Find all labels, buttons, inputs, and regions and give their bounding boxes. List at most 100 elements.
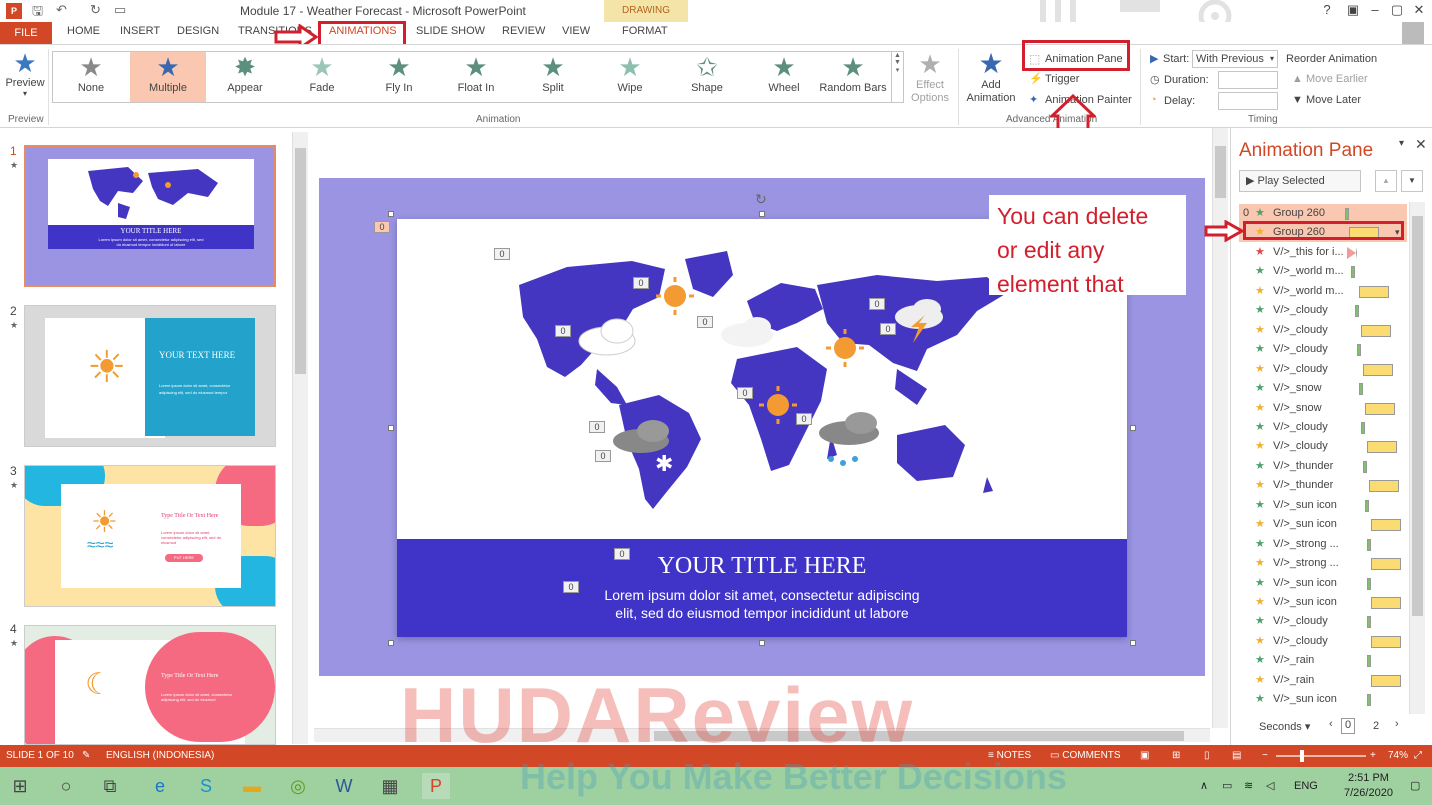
slide-thumbnail-4[interactable]: ☾ Type Title Or Text Here Lorem ipsum do… — [24, 625, 276, 745]
timeline-bar[interactable] — [1367, 538, 1371, 551]
scroll-thumb[interactable] — [1412, 216, 1423, 616]
gallery-item-appear[interactable]: ✸ Appear — [207, 52, 283, 102]
edge-browser-icon[interactable]: e — [146, 773, 174, 799]
clock-date[interactable]: 7/26/2020 — [1344, 787, 1393, 799]
animation-list-item[interactable]: ★ V/>_rain — [1239, 651, 1407, 670]
powerpoint-taskbar-icon[interactable]: P — [422, 773, 450, 799]
tab-slide-show[interactable]: SLIDE SHOW — [416, 25, 485, 37]
tab-review[interactable]: REVIEW — [502, 25, 545, 37]
slideshow-icon[interactable]: ▤ — [1232, 750, 1241, 761]
timeline-bar[interactable] — [1367, 616, 1371, 629]
pane-options-chevron-icon[interactable]: ▾ — [1399, 138, 1404, 149]
gallery-item-fly-in[interactable]: ★ Fly In — [361, 52, 437, 102]
timeline-bar[interactable] — [1367, 441, 1397, 454]
animation-list-item[interactable]: ★ V/>_cloudy — [1239, 321, 1407, 340]
move-later-button[interactable]: ▼ Move Later — [1292, 94, 1361, 106]
gallery-item-random-bars[interactable]: ★ Random Bars — [815, 52, 891, 102]
animation-tag[interactable]: 0 — [633, 277, 649, 289]
start-select[interactable]: With Previous ▾ — [1192, 50, 1278, 68]
file-explorer-icon[interactable]: ▬ — [238, 773, 266, 799]
normal-view-icon[interactable]: ▣ — [1140, 750, 1149, 761]
zoom-slider[interactable] — [1276, 750, 1366, 762]
powerpoint-app-icon[interactable]: P — [6, 3, 22, 19]
animation-tag[interactable]: 0 — [880, 323, 896, 335]
animation-tag[interactable]: 0 — [589, 421, 605, 433]
close-icon[interactable]: ✕ — [1415, 136, 1427, 153]
slide-sorter-icon[interactable]: ⊞ — [1172, 750, 1180, 761]
app-icon[interactable]: ▦ — [376, 773, 404, 799]
animation-tag[interactable]: 0 — [796, 413, 812, 425]
wifi-icon[interactable]: ≋ — [1244, 779, 1253, 792]
timeline-bar[interactable] — [1347, 246, 1357, 259]
animation-list[interactable]: 0 ★ Group 260 ★ Group 260 ▾ ★ V/>_this for i...… — [1231, 200, 1409, 714]
animation-list-item[interactable]: ★ V/>_cloudy — [1239, 437, 1407, 456]
timeline-bar[interactable] — [1371, 558, 1401, 571]
tab-view[interactable]: VIEW — [562, 25, 590, 37]
gallery-item-none[interactable]: ★ None — [53, 52, 129, 102]
timeline-bar[interactable] — [1355, 305, 1359, 318]
app-icon[interactable]: ◎ — [284, 773, 312, 799]
delay-input[interactable] — [1218, 92, 1278, 110]
animation-list-item[interactable]: ★ V/>_strong ... — [1239, 535, 1407, 554]
move-up-button[interactable]: ▲ — [1375, 170, 1397, 192]
timeline-zoom-out-icon[interactable]: ‹ — [1329, 718, 1333, 730]
tab-home[interactable]: HOME — [67, 25, 100, 37]
start-from-beginning-icon[interactable]: ▭ — [114, 2, 126, 18]
timeline-bar[interactable] — [1351, 266, 1355, 279]
timeline-bar[interactable] — [1367, 577, 1371, 590]
resize-handle[interactable] — [388, 211, 394, 217]
resize-handle[interactable] — [388, 425, 394, 431]
resize-handle[interactable] — [1130, 425, 1136, 431]
search-icon[interactable]: ○ — [52, 773, 80, 799]
zoom-out-button[interactable]: − — [1262, 750, 1268, 761]
scroll-thumb[interactable] — [295, 148, 306, 374]
duration-input[interactable] — [1218, 71, 1278, 89]
input-language[interactable]: ENG — [1294, 780, 1318, 792]
animation-list-item[interactable]: ★ V/>_thunder — [1239, 476, 1407, 495]
account-avatar[interactable] — [1402, 22, 1424, 44]
fit-slide-icon[interactable]: ⤢ — [1414, 750, 1422, 761]
animation-list-item[interactable]: ★ V/>_this for i... — [1239, 243, 1407, 262]
gallery-item-multiple[interactable]: ★ Multiple — [130, 52, 206, 102]
slide-indicator[interactable]: SLIDE 1 OF 10 — [6, 750, 74, 761]
timeline-bar[interactable] — [1365, 499, 1369, 512]
effect-options-button[interactable]: ★ Effect Options — [906, 49, 954, 105]
timeline-bar[interactable] — [1345, 208, 1349, 220]
timeline-bar[interactable] — [1363, 363, 1393, 376]
timeline-bar[interactable] — [1359, 285, 1389, 298]
timeline-bar[interactable] — [1357, 344, 1361, 357]
play-selected-button[interactable]: ▶ Play Selected — [1239, 170, 1361, 192]
animation-list-item[interactable]: ★ V/>_cloudy — [1239, 340, 1407, 359]
maximize-button[interactable]: ▢ — [1386, 2, 1408, 18]
timeline-bar[interactable] — [1371, 519, 1401, 532]
animation-list-item[interactable]: ★ V/>_sun icon — [1239, 496, 1407, 515]
animation-list-item[interactable]: ★ V/>_sun icon — [1239, 574, 1407, 593]
animation-tag[interactable]: 0 — [494, 248, 510, 260]
minimize-button[interactable]: – — [1364, 2, 1386, 17]
animation-tag[interactable]: 0 — [555, 325, 571, 337]
animation-list-item[interactable]: ★ V/>_cloudy — [1239, 632, 1407, 651]
animation-list-item[interactable]: ★ V/>_cloudy — [1239, 360, 1407, 379]
tab-format[interactable]: FORMAT — [622, 25, 668, 37]
gallery-item-float-in[interactable]: ★ Float In — [438, 52, 514, 102]
timeline-bar[interactable] — [1361, 324, 1391, 337]
slide-thumbnail-3[interactable]: ☀ ≈≈≈ Type Title Or Text Here Lorem ipsu… — [24, 465, 276, 607]
redo-icon[interactable]: ↻ — [90, 2, 101, 18]
slide-thumbnail-2[interactable]: ☀ YOUR TEXT HERE Lorem ipsum dolor sit a… — [24, 305, 276, 447]
gallery-item-shape[interactable]: ✩ Shape — [669, 52, 745, 102]
animation-list-item[interactable]: ★ V/>_cloudy — [1239, 301, 1407, 320]
clock-time[interactable]: 2:51 PM — [1348, 772, 1389, 784]
animation-gallery[interactable]: ★ None ★ Multiple ✸ Appear ★ Fade ★ Fly … — [52, 51, 904, 103]
animation-list-scrollbar[interactable] — [1409, 202, 1425, 714]
animation-list-item[interactable]: ★ V/>_thunder — [1239, 457, 1407, 476]
timeline-zoom-in-icon[interactable]: › — [1395, 718, 1399, 730]
animation-tag[interactable]: 0 — [595, 450, 611, 462]
volume-icon[interactable]: ◁ — [1266, 779, 1274, 792]
add-animation-button[interactable]: ★ Add Animation — [962, 49, 1020, 105]
slide-thumbnail-1[interactable]: YOUR TITLE HERE Lorem ipsum dolor sit am… — [24, 145, 276, 287]
move-down-button[interactable]: ▼ — [1401, 170, 1423, 192]
tray-chevron-icon[interactable]: ∧ — [1200, 779, 1208, 792]
battery-icon[interactable]: ▭ — [1222, 779, 1232, 792]
timeline-bar[interactable] — [1359, 383, 1363, 396]
animation-tag[interactable]: 0 — [697, 316, 713, 328]
